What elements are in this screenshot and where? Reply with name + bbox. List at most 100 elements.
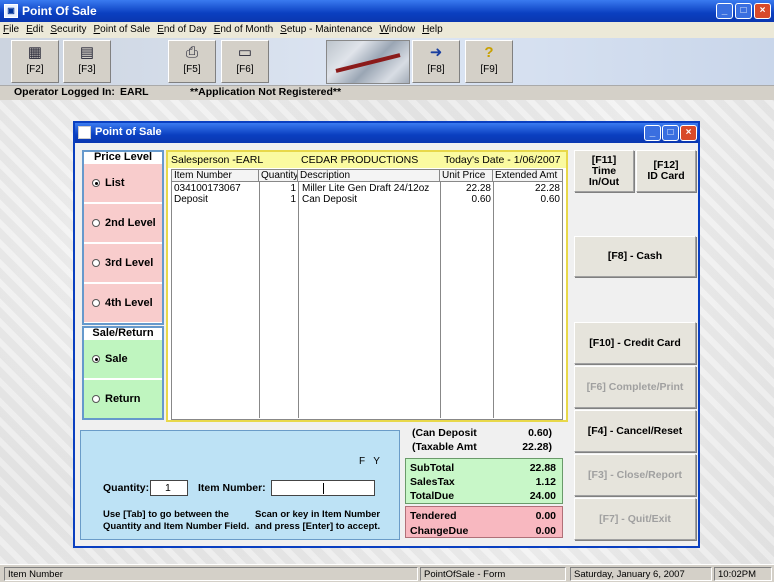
- pos-close-button[interactable]: ×: [680, 125, 697, 141]
- time-in-out-button[interactable]: [F11] Time In/Out: [574, 150, 634, 192]
- tendered-label: Tendered: [410, 510, 457, 522]
- toolbar-banner-image: [326, 40, 410, 84]
- items-grid[interactable]: 034100173067 1 Miller Lite Gen Draft 24/…: [171, 182, 563, 420]
- sale-option[interactable]: Sale: [84, 340, 162, 378]
- totaldue-label: TotalDue: [410, 490, 455, 502]
- radio-selected-icon[interactable]: [92, 179, 100, 187]
- col-item-number[interactable]: Item Number: [172, 170, 259, 181]
- cell-ext: 0.60: [540, 194, 560, 205]
- customer-name: CEDAR PRODUCTIONS: [301, 154, 419, 166]
- help-question-icon: ?: [484, 44, 494, 61]
- menu-end-of-month[interactable]: End of Month: [211, 22, 277, 37]
- salesperson: Salesperson -EARL: [171, 154, 264, 166]
- cell-price: 0.60: [471, 194, 491, 205]
- taxable-value: 22.28): [522, 441, 552, 453]
- items-grid-header: Item Number Quantity Description Unit Pr…: [171, 169, 563, 182]
- option-label: Return: [105, 393, 141, 405]
- item-number-field[interactable]: [271, 480, 375, 496]
- scan-hint: Scan or key in Item Number and press [En…: [255, 509, 381, 532]
- radio-icon[interactable]: [92, 395, 100, 403]
- price-level-2nd[interactable]: 2nd Level: [84, 204, 162, 242]
- deposit-summary: (Can Deposit 0.60) (Taxable Amt 22.28): [408, 425, 558, 457]
- col-unit-price[interactable]: Unit Price: [440, 170, 493, 181]
- printer-icon: ⎙: [185, 44, 198, 61]
- credit-card-button[interactable]: [F10] - Credit Card: [574, 322, 696, 364]
- operator-bar: Operator Logged In: EARL **Application N…: [0, 86, 774, 100]
- btn-line: ID Card: [647, 170, 685, 182]
- todays-date: Today's Date - 1/06/2007: [444, 154, 561, 166]
- quit-exit-button[interactable]: [F7] - Quit/Exit: [574, 498, 696, 540]
- pos-window-icon: [78, 126, 91, 139]
- menu-file[interactable]: File: [0, 22, 23, 37]
- menu-window[interactable]: Window: [376, 22, 419, 37]
- toolbar-f9-button[interactable]: ? [F9]: [465, 40, 513, 83]
- toolbar-key-label: [F2]: [26, 64, 44, 75]
- exit-door-icon: ➜: [429, 44, 443, 61]
- close-button[interactable]: ×: [754, 3, 771, 19]
- cell-desc: Can Deposit: [302, 194, 358, 205]
- menu-point-of-sale[interactable]: Point of Sale: [90, 22, 154, 37]
- cell-ext: 22.28: [534, 183, 560, 194]
- pos-minimize-button[interactable]: _: [644, 125, 661, 141]
- radio-icon[interactable]: [92, 259, 100, 267]
- option-label: 3rd Level: [105, 257, 154, 269]
- fy-indicator: F Y: [359, 456, 380, 467]
- registration-notice: **Application Not Registered**: [190, 86, 342, 98]
- maximize-button[interactable]: □: [735, 3, 752, 19]
- col-quantity[interactable]: Quantity: [259, 170, 298, 181]
- subtotal-value: 22.88: [529, 462, 556, 474]
- close-report-button[interactable]: [F3] - Close/Report: [574, 454, 696, 496]
- menu-end-of-day[interactable]: End of Day: [154, 22, 210, 37]
- col-description[interactable]: Description: [298, 170, 440, 181]
- salestax-label: SalesTax: [410, 476, 455, 488]
- cancel-reset-button[interactable]: [F4] - Cancel/Reset: [574, 410, 696, 452]
- toolbar: ▦ [F2] ▤ [F3] ⎙ [F5] ▭ [F6] ➜ [F8] ? [F9…: [0, 38, 774, 86]
- toolbar-f6-button[interactable]: ▭ [F6]: [221, 40, 269, 83]
- cell-item: Deposit: [174, 194, 208, 205]
- salestax-value: 1.12: [535, 476, 556, 488]
- text-cursor: [323, 483, 324, 494]
- btn-line: In/Out: [588, 176, 620, 188]
- taxable-label: (Taxable Amt: [412, 441, 477, 453]
- toolbar-key-label: [F9]: [480, 64, 498, 75]
- minimize-button[interactable]: _: [716, 3, 733, 19]
- menu-help[interactable]: Help: [419, 22, 447, 37]
- toolbar-key-label: [F6]: [236, 64, 254, 75]
- table-row[interactable]: Deposit 1 Can Deposit 0.60 0.60: [172, 194, 564, 205]
- toolbar-f3-button[interactable]: ▤ [F3]: [63, 40, 111, 83]
- price-level-list[interactable]: List: [84, 164, 162, 202]
- radio-icon[interactable]: [92, 219, 100, 227]
- toolbar-f8-button[interactable]: ➜ [F8]: [412, 40, 460, 83]
- calculator-icon: ▦: [27, 44, 43, 61]
- quantity-field[interactable]: 1: [150, 480, 188, 496]
- status-time: 10:02PM: [714, 567, 772, 581]
- toolbar-key-label: [F3]: [78, 64, 96, 75]
- complete-print-button[interactable]: [F6] Complete/Print: [574, 366, 696, 408]
- toolbar-f2-button[interactable]: ▦ [F2]: [11, 40, 59, 83]
- tendered-value: 0.00: [535, 510, 556, 522]
- menu-edit[interactable]: Edit: [23, 22, 47, 37]
- return-option[interactable]: Return: [84, 380, 162, 418]
- toolbar-f5-button[interactable]: ⎙ [F5]: [168, 40, 216, 83]
- cell-qty: 1: [290, 183, 296, 194]
- menu-bar: File Edit Security Point of Sale End of Day E…: [0, 22, 774, 38]
- cell-price: 22.28: [465, 183, 491, 194]
- cash-button[interactable]: [F8] - Cash: [574, 236, 696, 277]
- option-label: 2nd Level: [105, 217, 156, 229]
- radio-selected-icon[interactable]: [92, 355, 100, 363]
- price-level-4th[interactable]: 4th Level: [84, 284, 162, 322]
- subtotal-label: SubTotal: [410, 462, 455, 474]
- pos-maximize-button[interactable]: □: [662, 125, 679, 141]
- table-row[interactable]: 034100173067 1 Miller Lite Gen Draft 24/…: [172, 183, 564, 194]
- radio-icon[interactable]: [92, 299, 100, 307]
- price-level-3rd[interactable]: 3rd Level: [84, 244, 162, 282]
- totaldue-value: 24.00: [529, 490, 556, 502]
- menu-setup-maintenance[interactable]: Setup - Maintenance: [277, 22, 376, 37]
- cell-desc: Miller Lite Gen Draft 24/12oz: [302, 183, 430, 194]
- operator-name: EARL: [120, 86, 149, 98]
- id-card-button[interactable]: [F12] ID Card: [636, 150, 696, 192]
- col-extended-amt[interactable]: Extended Amt: [493, 170, 562, 181]
- pos-window-title: Point of Sale: [95, 126, 162, 138]
- app-title: Point Of Sale: [22, 4, 97, 18]
- menu-security[interactable]: Security: [47, 22, 90, 37]
